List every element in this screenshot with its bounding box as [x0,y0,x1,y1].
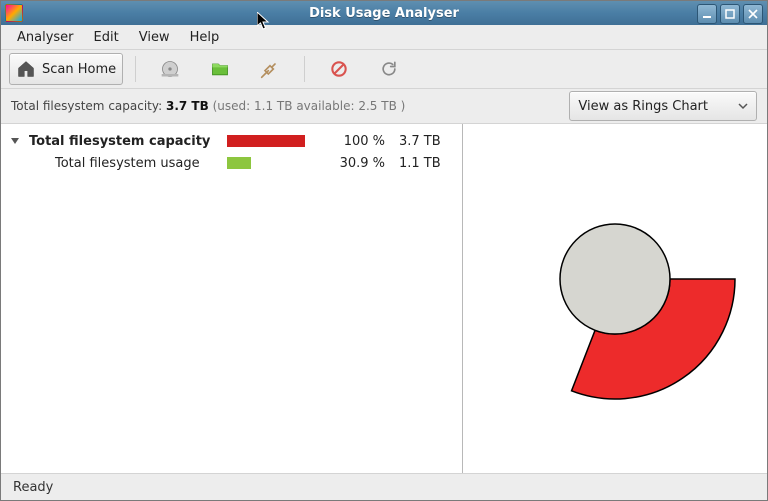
chart-pane [463,124,767,473]
titlebar: Disk Usage Analyser [1,1,767,25]
window-root: Disk Usage Analyser Analyser Edit View H… [0,0,768,501]
folder-icon [210,59,230,79]
toolbar-separator [304,56,305,82]
app-icon [5,4,23,22]
menu-help[interactable]: Help [180,27,230,48]
maximize-button[interactable] [720,4,740,24]
toolbar: Scan Home [1,50,767,89]
minimize-button[interactable] [697,4,717,24]
statusbar: Ready [1,473,767,500]
tree-row-capacity[interactable]: Total filesystem capacity 100 % 3.7 TB [1,130,462,152]
status-text: Ready [13,480,53,495]
refresh-icon [379,59,399,79]
scan-home-button[interactable]: Scan Home [9,53,123,85]
chevron-down-icon [738,101,748,111]
capacity-summary: Total filesystem capacity: 3.7 TB (used:… [11,99,405,113]
usage-bar [227,157,251,169]
view-mode-selector[interactable]: View as Rings Chart [569,91,757,121]
tree-row-label: Total filesystem capacity [29,134,219,149]
tree-row-percent: 30.9 % [325,156,385,171]
window-controls [697,4,763,24]
refresh-button[interactable] [367,53,411,85]
main-area: Total filesystem capacity 100 % 3.7 TB T… [1,124,767,473]
harddisk-icon [160,59,180,79]
tree-pane[interactable]: Total filesystem capacity 100 % 3.7 TB T… [1,124,463,473]
home-icon [16,59,36,79]
stop-icon [329,59,349,79]
scan-filesystem-button[interactable] [148,53,192,85]
tree-row-percent: 100 % [325,134,385,149]
info-row: Total filesystem capacity: 3.7 TB (used:… [1,89,767,124]
tree-row-size: 3.7 TB [393,134,449,149]
tree-row-size: 1.1 TB [393,156,449,171]
scan-folder-button[interactable] [198,53,242,85]
tree-row-label: Total filesystem usage [55,156,219,171]
tree-row-usage[interactable]: Total filesystem usage 30.9 % 1.1 TB [1,152,462,174]
scan-remote-button[interactable] [248,53,292,85]
menu-analyser[interactable]: Analyser [7,27,84,48]
view-mode-label: View as Rings Chart [578,99,708,114]
stop-button[interactable] [317,53,361,85]
usage-bar [227,135,305,147]
menu-edit[interactable]: Edit [84,27,129,48]
tree: Total filesystem capacity 100 % 3.7 TB T… [1,124,462,180]
window-title: Disk Usage Analyser [1,6,767,21]
plug-icon [260,59,280,79]
menubar: Analyser Edit View Help [1,25,767,50]
scan-home-label: Scan Home [42,62,116,77]
rings-chart [485,169,745,429]
toolbar-separator [135,56,136,82]
expander-icon[interactable] [9,135,21,147]
close-button[interactable] [743,4,763,24]
menu-view[interactable]: View [129,27,180,48]
